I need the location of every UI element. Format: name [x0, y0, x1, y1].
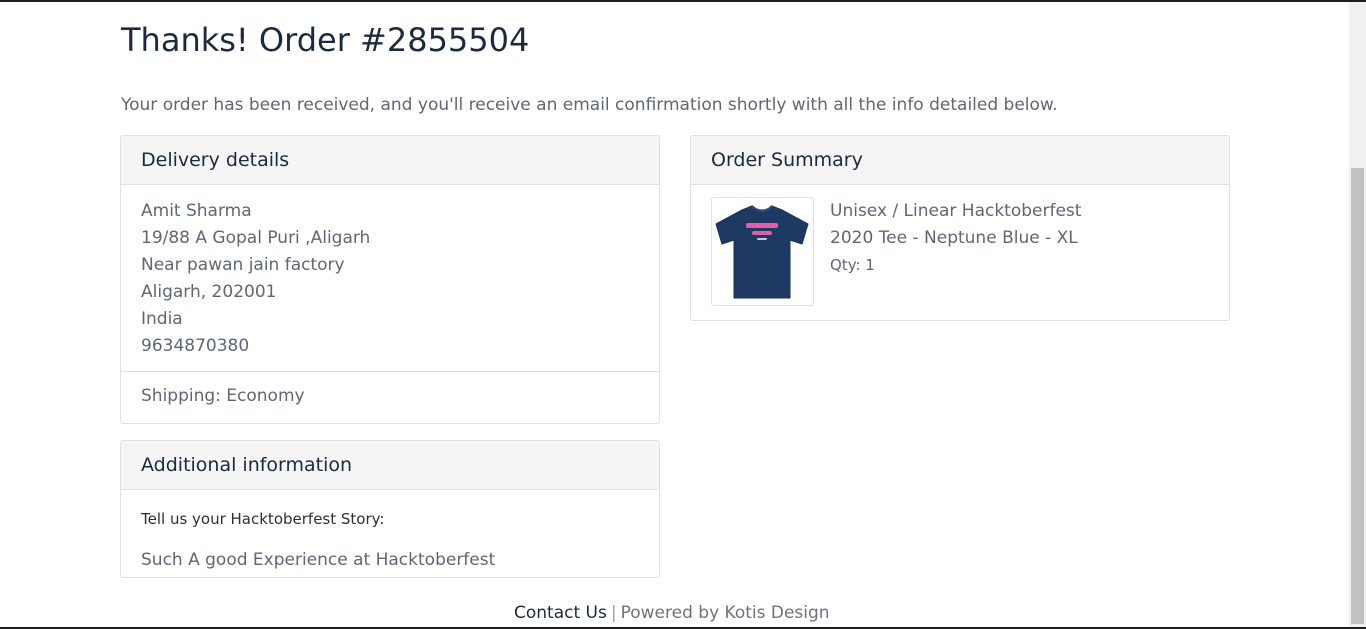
- address-country: India: [141, 309, 183, 329]
- tshirt-icon: [715, 205, 809, 299]
- footer-links: Contact Us | Powered by Kotis Design: [514, 603, 830, 623]
- powered-by-text: Powered by Kotis Design: [620, 603, 830, 623]
- tshirt-print-bottom: [757, 238, 767, 240]
- address-line-2: Near pawan jain factory: [141, 255, 345, 275]
- page: Thanks! Order #2855504 Your order has be…: [0, 0, 1366, 629]
- shipping-method: Shipping: Economy: [141, 386, 305, 406]
- vertical-scrollbar[interactable]: [1349, 2, 1366, 627]
- product-name: Unisex / Linear Hacktoberfest 2020 Tee -…: [830, 201, 1082, 248]
- scrollbar-thumb[interactable]: [1351, 168, 1364, 624]
- order-confirmation-message: Your order has been received, and you'll…: [121, 95, 1058, 115]
- additional-information-heading: Additional information: [121, 441, 659, 490]
- story-answer: Such A good Experience at Hacktoberfest: [141, 550, 496, 570]
- tshirt-print-top: [746, 223, 778, 228]
- tshirt-body: [715, 205, 809, 299]
- footer-separator: |: [610, 603, 617, 623]
- order-summary-heading: Order Summary: [691, 136, 1229, 185]
- story-question: Tell us your Hacktoberfest Story:: [141, 510, 385, 528]
- address-line-1: 19/88 A Gopal Puri ,Aligarh: [141, 228, 371, 248]
- product-thumbnail: [711, 197, 814, 306]
- page-title: Thanks! Order #2855504: [121, 21, 530, 59]
- order-line-item: Unisex / Linear Hacktoberfest 2020 Tee -…: [691, 185, 1229, 320]
- contact-us-link[interactable]: Contact Us: [514, 603, 607, 623]
- order-summary-card: Order Summary Unisex / Linear Hacktoberf…: [690, 135, 1230, 321]
- delivery-details-heading: Delivery details: [121, 136, 659, 185]
- product-quantity: Qty: 1: [830, 256, 875, 274]
- address-phone: 9634870380: [141, 336, 250, 356]
- additional-information-card: Additional information Tell us your Hack…: [120, 440, 660, 578]
- address-name: Amit Sharma: [141, 201, 252, 221]
- tshirt-print-mid: [752, 231, 772, 235]
- address-city-zip: Aligarh, 202001: [141, 282, 277, 302]
- delivery-address: Amit Sharma 19/88 A Gopal Puri ,Aligarh …: [121, 185, 659, 372]
- delivery-details-card: Delivery details Amit Sharma 19/88 A Gop…: [120, 135, 660, 424]
